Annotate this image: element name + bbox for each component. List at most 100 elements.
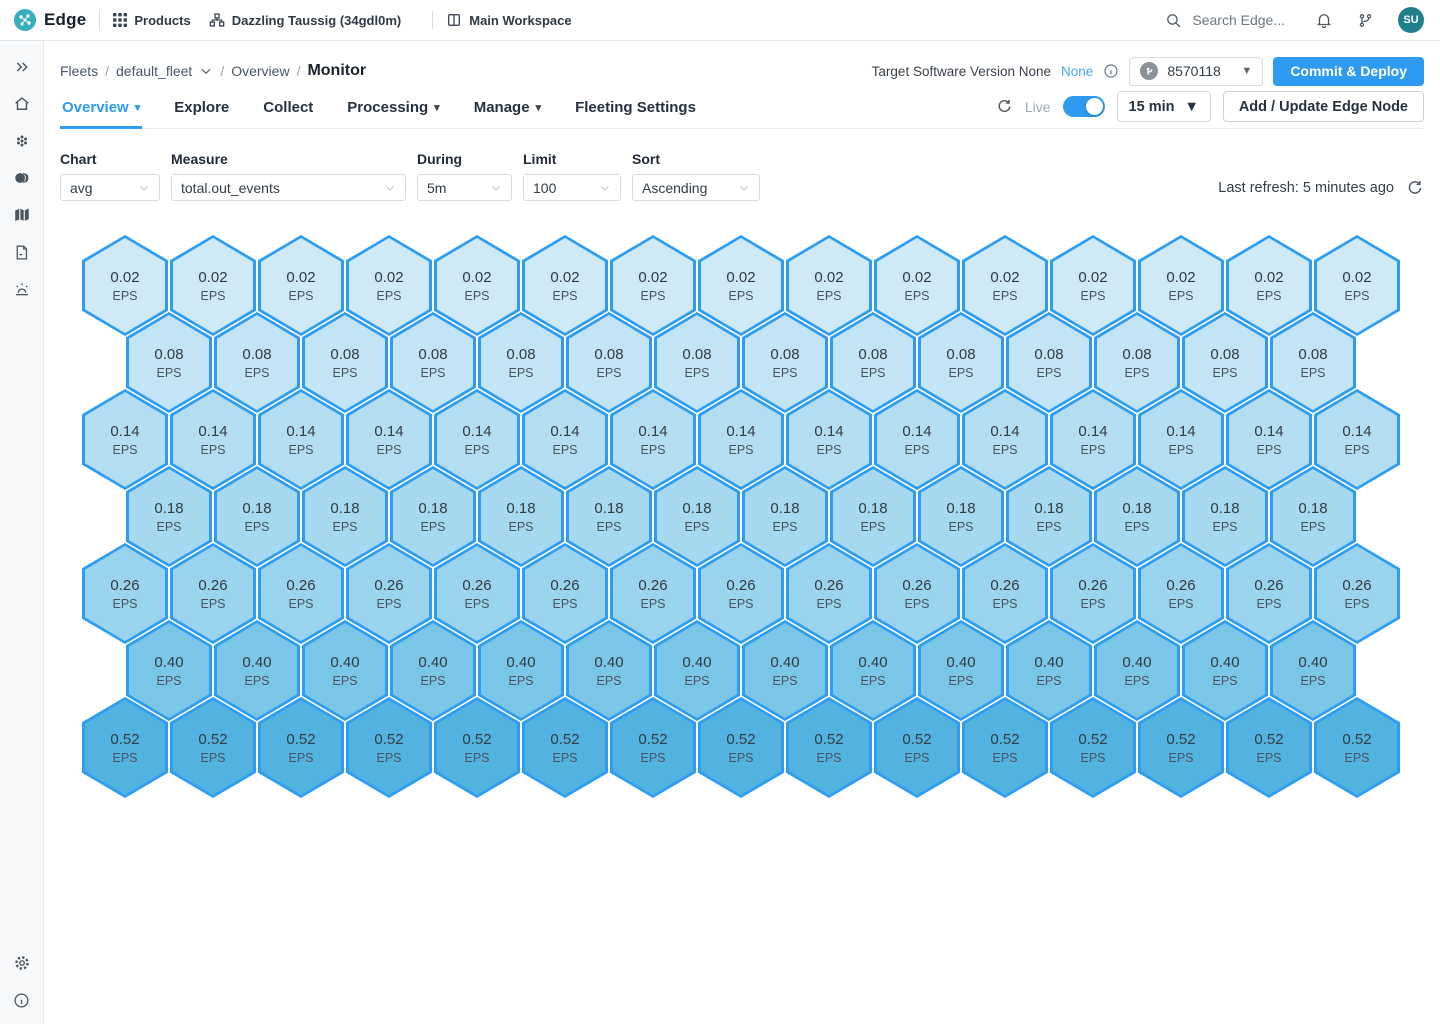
tab-manage[interactable]: Manage ▾ [472, 99, 543, 128]
hex-cell-body: 0.08EPS [569, 315, 649, 410]
hex-unit: EPS [552, 443, 577, 457]
hex-unit: EPS [1256, 289, 1281, 303]
tab-explore[interactable]: Explore [172, 99, 231, 128]
hex-cell-body: 0.52EPS [85, 700, 165, 795]
breadcrumb-default-fleet[interactable]: default_fleet [116, 63, 192, 79]
hex-value: 0.14 [1078, 423, 1107, 440]
manual-refresh-button[interactable] [1406, 179, 1424, 197]
sitemap-icon [209, 12, 225, 28]
hex-unit: EPS [552, 751, 577, 765]
sidebar-item-home[interactable] [10, 92, 34, 116]
limit-filter-select[interactable]: 100 [523, 174, 621, 201]
target-version-label: Target Software Version None [872, 64, 1051, 79]
hex-value: 0.52 [462, 731, 491, 748]
hex-value: 0.14 [286, 423, 315, 440]
hex-value: 0.52 [550, 731, 579, 748]
hex-unit: EPS [904, 597, 929, 611]
version-branch-button[interactable] [1357, 12, 1374, 29]
chart-filter-select[interactable]: avg [60, 174, 160, 201]
tab-processing[interactable]: Processing ▾ [345, 99, 441, 128]
hex-unit: EPS [1344, 751, 1369, 765]
live-refresh-button[interactable] [996, 98, 1013, 115]
hex-cell-body: 0.18EPS [745, 469, 825, 564]
live-toggle[interactable] [1063, 96, 1105, 117]
hex-value: 0.08 [594, 346, 623, 363]
products-menu[interactable]: Products [113, 13, 190, 28]
sidebar-item-fleet[interactable] [10, 129, 34, 153]
chevron-down-icon [138, 182, 150, 194]
hex-unit: EPS [288, 443, 313, 457]
hex-unit: EPS [332, 366, 357, 380]
sort-filter-select[interactable]: Ascending [632, 174, 760, 201]
during-filter-select[interactable]: 5m [417, 174, 512, 201]
notifications-button[interactable] [1315, 11, 1333, 29]
sidebar-item-pipelines[interactable] [10, 166, 34, 190]
sidebar-settings-button[interactable] [10, 951, 34, 975]
tab-collect[interactable]: Collect [261, 99, 315, 128]
hex-unit: EPS [992, 289, 1017, 303]
hex-unit: EPS [1036, 366, 1061, 380]
user-avatar[interactable]: SU [1398, 7, 1424, 33]
sidebar-item-logs[interactable] [10, 240, 34, 264]
page-title: Monitor [307, 62, 366, 80]
hex-cell-body: 0.40EPS [569, 623, 649, 718]
sidebar-item-knowledge[interactable] [10, 203, 34, 227]
hex-value: 0.26 [286, 577, 315, 594]
hex-unit: EPS [904, 443, 929, 457]
org-menu[interactable]: Dazzling Taussig (34gdl0m) [209, 12, 402, 28]
target-version-link[interactable]: None [1061, 64, 1093, 79]
global-search[interactable]: Search Edge... [1165, 12, 1285, 29]
build-version-dropdown[interactable]: 8570118 ▼ [1129, 57, 1263, 86]
interval-dropdown[interactable]: 15 min ▼ [1117, 91, 1211, 122]
edge-logo-icon[interactable] [14, 9, 36, 31]
hex-value: 0.40 [154, 654, 183, 671]
workspace-menu[interactable]: Main Workspace [446, 12, 571, 28]
hex-value: 0.26 [902, 577, 931, 594]
hex-unit: EPS [860, 674, 885, 688]
hex-unit: EPS [420, 366, 445, 380]
hex-unit: EPS [332, 520, 357, 534]
hex-value: 0.02 [638, 269, 667, 286]
hex-value: 0.52 [1166, 731, 1195, 748]
refresh-icon [996, 98, 1013, 115]
hex-value: 0.02 [198, 269, 227, 286]
sidebar-expand-button[interactable] [10, 55, 34, 79]
tab-overview[interactable]: Overview ▾ [60, 99, 142, 128]
hex-unit: EPS [816, 751, 841, 765]
tab-fleeting-settings[interactable]: Fleeting Settings [573, 99, 698, 128]
hex-value: 0.08 [154, 346, 183, 363]
hex-cell-body: 0.14EPS [789, 392, 869, 487]
hex-unit: EPS [1080, 597, 1105, 611]
chart-filter-label: Chart [60, 151, 160, 167]
hex-value: 0.52 [902, 731, 931, 748]
hex-cell-body: 0.18EPS [305, 469, 385, 564]
sidebar-item-alerts[interactable] [10, 277, 34, 301]
add-update-edge-node-button[interactable]: Add / Update Edge Node [1223, 91, 1424, 122]
version-info-icon[interactable] [1103, 63, 1119, 79]
hex-cell-body: 0.52 EPS [525, 700, 605, 795]
layered-discs-icon [13, 169, 31, 187]
measure-filter-select[interactable]: total.out_events [171, 174, 406, 201]
fleet-dropdown-chevron-icon[interactable] [199, 64, 213, 78]
hex-value: 0.18 [1122, 500, 1151, 517]
sidebar-info-button[interactable] [10, 988, 34, 1012]
commit-deploy-button[interactable]: Commit & Deploy [1273, 57, 1424, 86]
hex-unit: EPS [508, 674, 533, 688]
tab-bar: Overview ▾ Explore Collect Processing ▾ [60, 99, 698, 128]
hex-value: 0.02 [1078, 269, 1107, 286]
left-sidebar [0, 41, 44, 1024]
hex-unit: EPS [1124, 366, 1149, 380]
limit-filter-label: Limit [523, 151, 621, 167]
hex-unit: EPS [464, 443, 489, 457]
breadcrumb-overview[interactable]: Overview [231, 63, 289, 79]
search-placeholder: Search Edge... [1192, 12, 1285, 28]
hex-unit: EPS [684, 366, 709, 380]
refresh-icon [1406, 179, 1424, 197]
hex-cell-body: 0.14EPS [965, 392, 1045, 487]
hex-value: 0.02 [374, 269, 403, 286]
breadcrumb-fleets[interactable]: Fleets [60, 63, 98, 79]
hex-value: 0.26 [1342, 577, 1371, 594]
hex-unit: EPS [1080, 289, 1105, 303]
hex-value: 0.08 [682, 346, 711, 363]
hex-cell-body: 0.18EPS [1097, 469, 1177, 564]
